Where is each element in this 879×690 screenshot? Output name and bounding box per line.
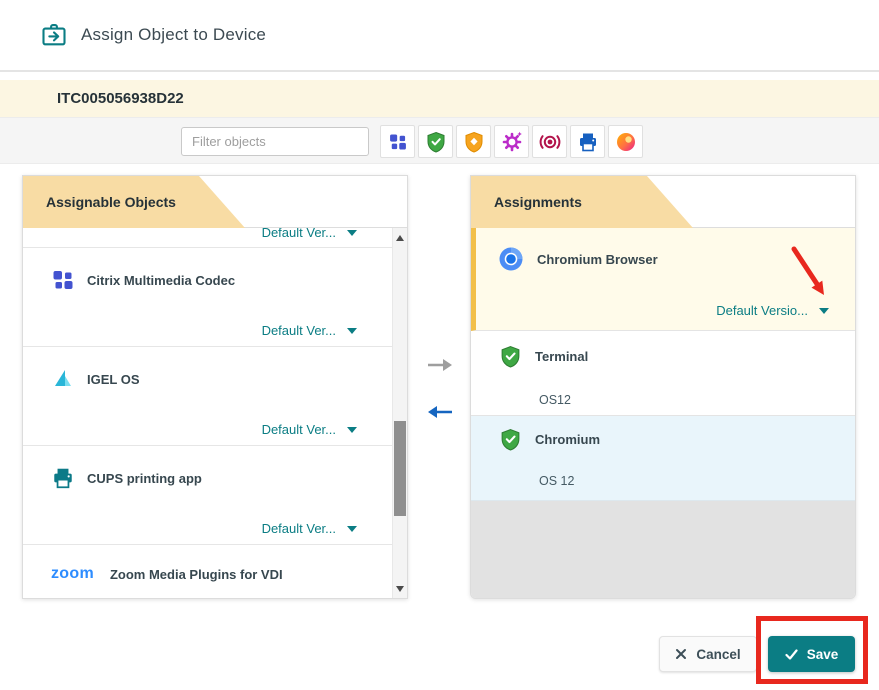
- assignments-tab: Assignments: [471, 176, 693, 228]
- assignment-item-terminal[interactable]: Terminal OS12: [471, 331, 855, 416]
- triangle-up-icon: [396, 235, 404, 241]
- object-row: Citrix Multimedia Codec: [51, 268, 235, 292]
- igel-os-icon: [51, 367, 75, 391]
- version-label: Default Ver...: [262, 422, 336, 437]
- version-dropdown[interactable]: Default Ver...: [262, 228, 357, 240]
- scrollbar-thumb[interactable]: [394, 421, 406, 516]
- filter-objects-input[interactable]: [181, 127, 369, 156]
- chevron-down-icon: [347, 526, 357, 532]
- apps-filter-button[interactable]: [380, 125, 415, 158]
- arrow-right-icon: [426, 356, 454, 374]
- device-bar: ITC005056938D22: [0, 80, 879, 117]
- dialog-title: Assign Object to Device: [81, 25, 266, 45]
- version-dropdown[interactable]: Default Ver...: [262, 323, 357, 338]
- check-icon: [785, 649, 798, 660]
- profiles-filter-button[interactable]: [532, 125, 567, 158]
- vertical-scrollbar[interactable]: [392, 228, 407, 598]
- device-id: ITC005056938D22: [57, 90, 184, 107]
- blue-printer-icon: [577, 131, 599, 153]
- green-shield-icon: [499, 428, 522, 451]
- assignable-objects-panel: Assignable Objects Default Ver... Citrix…: [22, 175, 408, 599]
- assign-device-icon: [40, 21, 68, 49]
- chevron-down-icon: [347, 427, 357, 433]
- assignment-item-chromium[interactable]: Chromium OS 12: [471, 416, 855, 501]
- unassign-left-button[interactable]: [424, 401, 456, 426]
- scroll-down-button[interactable]: [393, 580, 407, 597]
- object-name: Zoom Media Plugins for VDI: [110, 567, 283, 582]
- chromium-icon: [498, 246, 524, 272]
- orange-globe-icon: [615, 131, 637, 153]
- chevron-down-icon: [347, 230, 357, 236]
- assignment-row: Terminal: [499, 345, 588, 368]
- cancel-button[interactable]: Cancel: [659, 636, 757, 672]
- arrow-left-icon: [426, 403, 454, 421]
- assignment-version: OS 12: [539, 474, 574, 488]
- version-dropdown[interactable]: Default Versio...: [716, 303, 829, 318]
- assignments-list: Chromium Browser Default Versio... Termi…: [471, 228, 855, 598]
- assign-right-button[interactable]: [424, 354, 456, 379]
- dialog-header: Assign Object to Device: [0, 0, 879, 70]
- save-label: Save: [807, 647, 839, 662]
- version-dropdown[interactable]: Default Ver...: [262, 422, 357, 437]
- assignment-row: Chromium Browser: [498, 246, 658, 272]
- apps-grid-icon: [388, 132, 408, 152]
- object-row: CUPS printing app: [51, 466, 202, 490]
- filter-toolbar: [0, 117, 879, 164]
- assignment-row: Chromium: [499, 428, 600, 451]
- scroll-up-button[interactable]: [393, 229, 407, 246]
- assignment-name: Terminal: [535, 349, 588, 364]
- red-ring-icon: [539, 131, 561, 153]
- clipped-object-item[interactable]: Default Ver...: [23, 228, 407, 248]
- header-divider: [0, 70, 879, 72]
- version-label: Default Ver...: [262, 228, 336, 240]
- teal-printer-icon: [51, 466, 75, 490]
- assignments-title: Assignments: [494, 194, 582, 210]
- assignable-objects-header: Assignable Objects: [23, 176, 407, 228]
- purple-gear-icon: [501, 131, 523, 153]
- assignable-objects-title: Assignable Objects: [46, 194, 176, 210]
- object-item-igel-os[interactable]: IGEL OS Default Ver...: [23, 347, 407, 446]
- version-dropdown[interactable]: Default Ver...: [262, 521, 357, 536]
- assignment-name: Chromium: [535, 432, 600, 447]
- save-button[interactable]: Save: [768, 636, 855, 672]
- orange-shield-icon: [463, 131, 485, 153]
- green-shield-icon: [425, 131, 447, 153]
- object-type-filter-buttons: [380, 125, 643, 158]
- assignments-header: Assignments: [471, 176, 855, 228]
- browser-filter-button[interactable]: [608, 125, 643, 158]
- zoom-logo: zoom: [51, 565, 94, 583]
- transfer-controls: [424, 354, 456, 426]
- validated-apps-filter-button[interactable]: [418, 125, 453, 158]
- object-name: IGEL OS: [87, 372, 140, 387]
- version-label: Default Ver...: [262, 323, 336, 338]
- assignable-objects-tab: Assignable Objects: [23, 176, 245, 228]
- object-row: IGEL OS: [51, 367, 140, 391]
- version-label: Default Versio...: [716, 303, 808, 318]
- green-shield-icon: [499, 345, 522, 368]
- object-item-citrix-multimedia-codec[interactable]: Citrix Multimedia Codec Default Ver...: [23, 248, 407, 347]
- object-item-cups-printing-app[interactable]: CUPS printing app Default Ver...: [23, 446, 407, 545]
- cancel-label: Cancel: [696, 647, 740, 662]
- object-row: zoom Zoom Media Plugins for VDI: [51, 565, 283, 583]
- assignment-name: Chromium Browser: [537, 252, 658, 267]
- apps-grid-icon: [51, 268, 75, 292]
- close-icon: [675, 648, 687, 660]
- triangle-down-icon: [396, 586, 404, 592]
- chevron-down-icon: [347, 328, 357, 334]
- printers-filter-button[interactable]: [570, 125, 605, 158]
- version-label: Default Ver...: [262, 521, 336, 536]
- chevron-down-icon: [819, 308, 829, 314]
- object-name: CUPS printing app: [87, 471, 202, 486]
- object-item-zoom-media-plugins[interactable]: zoom Zoom Media Plugins for VDI: [23, 545, 407, 598]
- effects-filter-button[interactable]: [494, 125, 529, 158]
- assignable-objects-list: Default Ver... Citrix Multimedia Codec D…: [23, 228, 407, 598]
- object-name: Citrix Multimedia Codec: [87, 273, 235, 288]
- custom-apps-filter-button[interactable]: [456, 125, 491, 158]
- assignment-item-chromium-browser[interactable]: Chromium Browser Default Versio...: [471, 228, 855, 331]
- assignments-panel: Assignments Chromium Browser Default Ver…: [470, 175, 856, 599]
- assignment-version: OS12: [539, 393, 571, 407]
